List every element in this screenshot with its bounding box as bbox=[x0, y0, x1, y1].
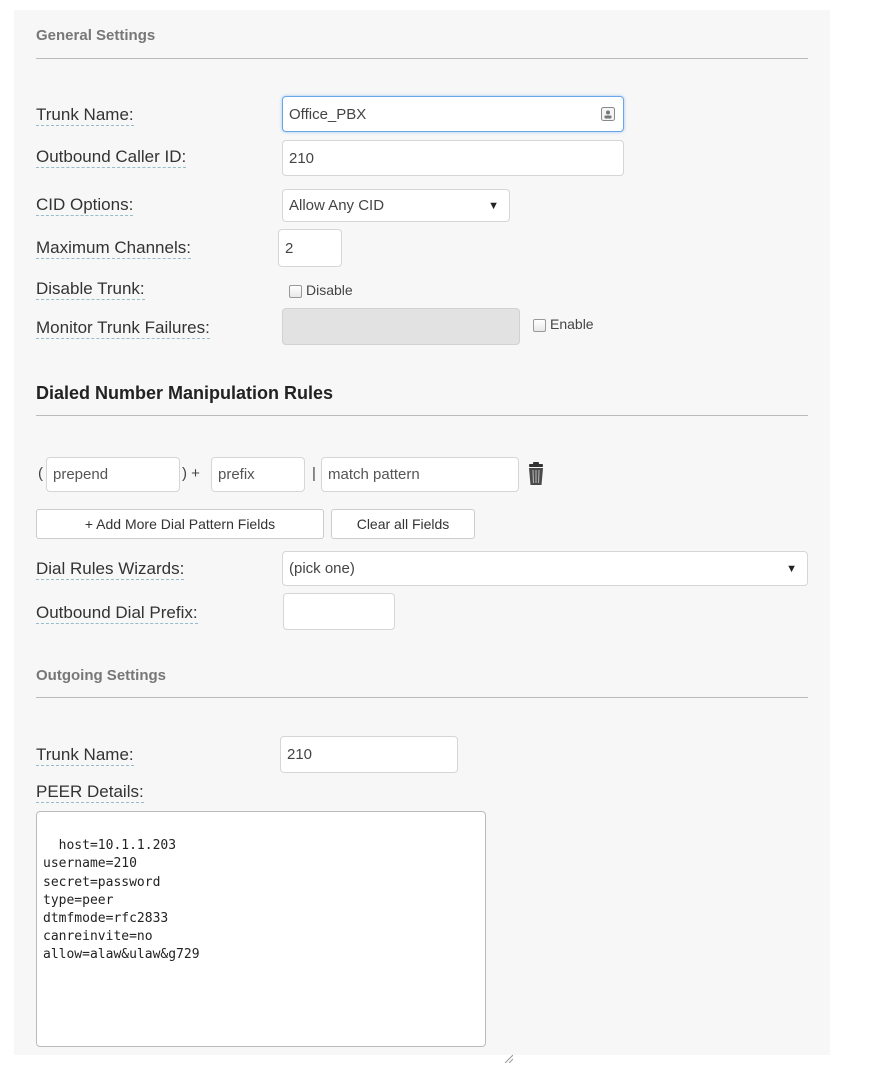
maximum-channels-input[interactable]: 2 bbox=[278, 229, 342, 267]
outbound-caller-id-input[interactable]: 210 bbox=[282, 140, 624, 176]
dropdown-arrow-icon: ▼ bbox=[488, 199, 499, 212]
add-more-dial-pattern-fields-button[interactable]: + Add More Dial Pattern Fields bbox=[36, 509, 324, 539]
trunk-name-label: Trunk Name: bbox=[36, 105, 134, 126]
general-settings-heading: General Settings bbox=[36, 27, 156, 44]
peer-details-text: host=10.1.1.203 username=210 secret=pass… bbox=[43, 838, 200, 963]
trash-icon[interactable] bbox=[525, 462, 547, 491]
prepend-placeholder: prepend bbox=[53, 466, 109, 483]
disable-checkbox-label: Disable bbox=[306, 282, 353, 298]
contact-card-icon[interactable] bbox=[601, 107, 615, 125]
trunk-name-value: Office_PBX bbox=[289, 105, 367, 123]
dial-rules-wizards-value: (pick one) bbox=[289, 560, 355, 577]
dial-rules-wizards-label: Dial Rules Wizards: bbox=[36, 559, 185, 580]
disable-trunk-label: Disable Trunk: bbox=[36, 279, 145, 300]
prepend-input[interactable]: prepend bbox=[46, 457, 180, 492]
match-pattern-placeholder: match pattern bbox=[328, 466, 420, 483]
divider bbox=[36, 58, 808, 59]
maximum-channels-label: Maximum Channels: bbox=[36, 238, 191, 259]
disable-trunk-checkbox[interactable]: Disable bbox=[289, 282, 353, 298]
checkbox-icon[interactable] bbox=[289, 284, 302, 298]
prefix-placeholder: prefix bbox=[218, 466, 255, 483]
dropdown-arrow-icon: ▼ bbox=[786, 562, 797, 575]
outgoing-trunk-name-input[interactable]: 210 bbox=[280, 736, 458, 773]
outgoing-settings-heading: Outgoing Settings bbox=[36, 667, 166, 684]
clear-all-fields-button[interactable]: Clear all Fields bbox=[331, 509, 475, 539]
match-pattern-input[interactable]: match pattern bbox=[321, 457, 519, 492]
prefix-input[interactable]: prefix bbox=[211, 457, 305, 492]
monitor-trunk-failures-label: Monitor Trunk Failures: bbox=[36, 318, 210, 339]
outbound-dial-prefix-label: Outbound Dial Prefix: bbox=[36, 603, 198, 624]
outbound-caller-id-label: Outbound Caller ID: bbox=[36, 147, 187, 168]
dial-rules-wizards-select[interactable]: (pick one) ▼ bbox=[282, 551, 808, 586]
monitor-trunk-failures-input bbox=[282, 308, 520, 345]
dial-rules-heading: Dialed Number Manipulation Rules bbox=[36, 383, 334, 403]
pipe-separator: | bbox=[312, 465, 316, 482]
cid-options-select[interactable]: Allow Any CID ▼ bbox=[282, 189, 510, 222]
open-paren: ( bbox=[38, 465, 43, 482]
divider bbox=[36, 415, 808, 416]
outbound-dial-prefix-input[interactable] bbox=[283, 593, 395, 630]
outgoing-trunk-name-label: Trunk Name: bbox=[36, 745, 134, 766]
divider bbox=[36, 697, 808, 698]
peer-details-label: PEER Details: bbox=[36, 782, 144, 803]
resize-grip-icon[interactable] bbox=[472, 1033, 514, 1064]
cid-options-label: CID Options: bbox=[36, 195, 134, 216]
enable-checkbox-label: Enable bbox=[550, 316, 594, 332]
checkbox-icon[interactable] bbox=[533, 318, 546, 332]
close-paren-plus: ) + bbox=[182, 465, 200, 482]
peer-details-textarea[interactable]: host=10.1.1.203 username=210 secret=pass… bbox=[36, 811, 514, 1064]
trunk-name-input[interactable]: Office_PBX bbox=[282, 96, 624, 132]
cid-options-value: Allow Any CID bbox=[289, 197, 385, 214]
monitor-enable-checkbox[interactable]: Enable bbox=[533, 316, 594, 332]
